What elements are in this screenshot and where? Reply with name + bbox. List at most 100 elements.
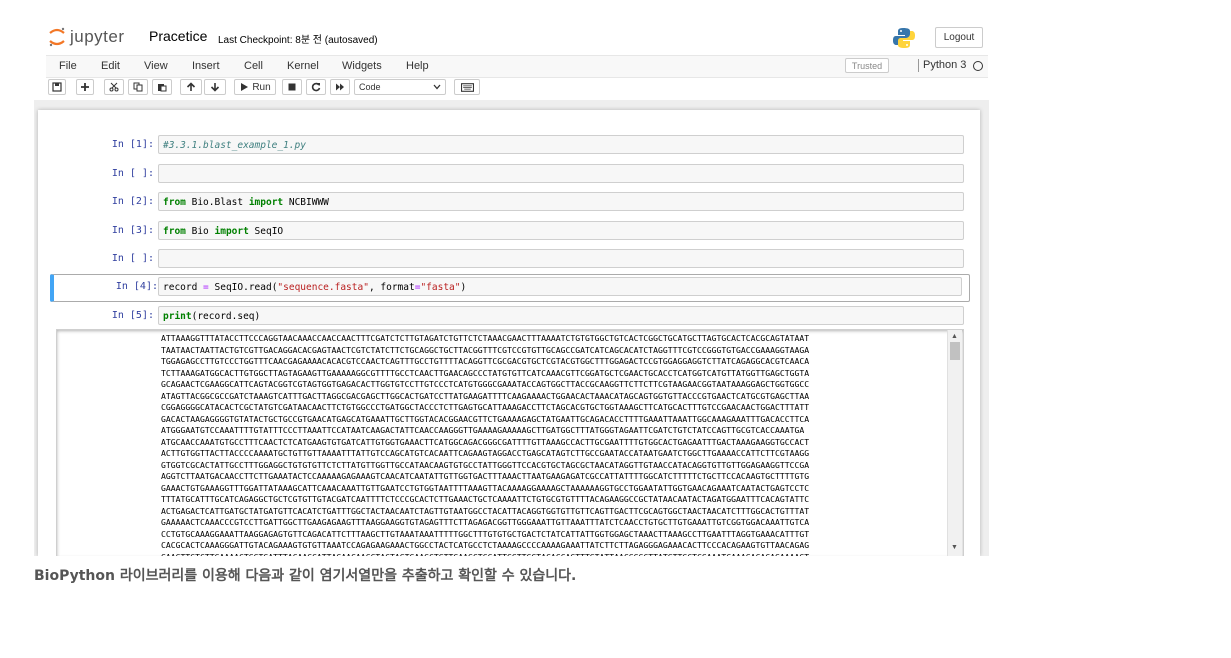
copy-button[interactable] [128,79,148,95]
sequence-line: TGGAGAGCCTTGTCCCTGGTTTCAACGAGAAAACACACGT… [161,356,810,366]
insert-cell-button[interactable] [76,79,94,95]
sequence-line: CACGCACTCAAAGGGATTGTACAGAAAGTGTGTTAAATCC… [161,540,810,550]
sequence-line: GAAGTTGTCTTGAAAACTGGTGATTTACAACCATTAGAAC… [161,552,946,557]
cell-prompt: In [4]: [115,281,158,292]
stop-icon [288,83,296,91]
menu-widgets[interactable]: Widgets [342,60,382,72]
sequence-line: GTGGTCGCACTATTGCCTTTGGAGGCTGTGTGTTCTCTTA… [161,459,810,470]
code-cell[interactable]: In [3]: from Bio import SeqIO [54,219,966,245]
jupyter-logo[interactable]: jupyter [48,26,125,48]
command-palette-button[interactable] [454,79,480,95]
jupyter-header: jupyter Pracetice Last Checkpoint: 8분 전 … [34,18,989,55]
output-scrollbar[interactable]: ▲ ▼ [947,330,962,556]
cut-button[interactable] [104,79,124,95]
move-up-button[interactable] [180,79,202,95]
cell-prompt: In [ ]: [111,168,154,179]
scissors-icon [109,82,119,92]
copy-icon [133,82,143,92]
menu-help[interactable]: Help [406,60,429,72]
paste-icon [158,84,167,92]
interrupt-button[interactable] [282,79,302,95]
sequence-line: GAAAAACTCAAACCCGTCCTTGATTGGCTTGAAGAGAAGT… [161,517,810,527]
sequence-line: GACACTAAGAGGGGTGTATACTGCTGCCGTGAACATGAGC… [161,413,810,424]
run-button[interactable]: Run [234,79,276,95]
sequence-line: CCTGTGCAAAGGAAATTAAGGAGAGTGTTCAGACATTCTT… [161,528,810,539]
paste-button[interactable] [152,79,172,95]
chevron-down-icon [433,84,441,90]
caption-text: BioPython 라이브러리를 이용해 다음과 같이 염기서열만을 추출하고 … [34,568,577,584]
run-label: Run [252,81,271,93]
sequence-line: ATGGGAATGTCCAAATTTTGTATTTCCCTTAAATTCCATA… [161,425,805,435]
scrollbar-thumb[interactable] [950,342,960,360]
jupyter-screenshot: jupyter Pracetice Last Checkpoint: 8분 전 … [34,18,989,556]
cell-prompt: In [1]: [111,139,154,150]
menu-cell[interactable]: Cell [244,60,263,72]
cell-prompt: In [3]: [111,225,154,236]
menu-bar: File Edit View Insert Cell Kernel Widget… [46,55,988,78]
sequence-line: TTTATGCATTTGCATCAGAGGCTGCTCGTGTTGTACGATC… [161,494,810,504]
code-cell[interactable]: In [2]: from Bio.Blast import NCBIWWW [54,190,966,216]
cell-prompt: In [5]: [111,310,154,321]
kernel-name[interactable]: Python 3 [918,59,966,72]
menu-kernel[interactable]: Kernel [287,60,319,72]
jupyter-logo-text: jupyter [70,27,125,46]
sequence-line: ACTGAGACTCATTGATGCTATGATGTTCACATCTGATTTG… [161,505,810,516]
code-cell[interactable]: In [ ]: [54,162,966,188]
cell-prompt: In [ ]: [111,253,154,264]
sequence-line: ATTAAAGGTTTATACCTTCCCAGGTAACAAACCAACCAAC… [161,333,810,343]
cell-input[interactable]: record = SeqIO.read("sequence.fasta", fo… [158,277,962,296]
play-icon [241,83,249,91]
kernel-idle-icon [973,61,983,71]
selected-code-cell[interactable]: In [4]: record = SeqIO.read("sequence.fa… [50,274,970,302]
notebook-page: In [1]: #3.3.1.blast_example_1.py In [ ]… [38,110,980,556]
checkpoint-status: Last Checkpoint: 8분 전 (autosaved) [218,35,378,46]
fast-forward-icon [336,83,344,91]
cell-output[interactable]: ATTAAAGGTTTATACCTTCCCAGGTAACAAACCAACCAAC… [56,329,964,556]
sequence-line: GAAACTGTGAAAGGTTTGGATTATAAAGCATTCAAACAAA… [161,482,810,493]
keyboard-icon [460,82,474,92]
scroll-down-icon[interactable]: ▼ [951,544,958,551]
move-down-button[interactable] [204,79,226,95]
cell-input[interactable] [158,249,964,268]
sequence-line: ATGCAACCAAATGTGCCTTTCAACTCTCATGAAGTGTGAT… [161,436,810,447]
scroll-up-icon[interactable]: ▲ [951,333,958,340]
logout-button[interactable]: Logout [935,27,983,48]
cell-input[interactable]: #3.3.1.blast_example_1.py [158,135,964,154]
cell-type-select[interactable]: Code [354,79,446,95]
sequence-line: GCAGAACTCGAAGGCATTCAGTACGGTCGTAGTGGTGAGA… [161,379,810,389]
notebook-name[interactable]: Pracetice [149,28,207,44]
menu-edit[interactable]: Edit [101,60,120,72]
menu-insert[interactable]: Insert [192,60,220,72]
code-cell[interactable]: In [5]: print(record.seq) [54,304,966,330]
menu-file[interactable]: File [59,60,77,72]
python-logo-icon [892,27,916,49]
cell-input[interactable]: from Bio import SeqIO [158,221,964,240]
sequence-line: TAATAACTAATTACTGTCGTTGACAGGACACGAGTAACTC… [161,344,810,355]
cell-prompt: In [2]: [111,196,154,207]
cell-input[interactable] [158,164,964,183]
plus-icon [81,83,89,91]
arrow-down-icon [210,83,220,92]
code-cell[interactable]: In [1]: #3.3.1.blast_example_1.py [54,133,966,159]
restart-icon [311,82,321,92]
save-icon [52,82,62,92]
toolbar: Run Code [46,76,988,100]
sequence-line: AGGTCTTAATGACAACCTTCTTGAAATACTCCAAAAAGAG… [161,471,810,481]
sequence-line: ATAGTTACGGCGCCGATCTAAAGTCATTTGACTTAGGCGA… [161,390,810,401]
sequence-line: TCTTAAAGATGGCACTTGTGGCTTAGTAGAAGTTGAAAAA… [161,367,810,378]
trusted-badge[interactable]: Trusted [845,58,889,73]
cell-input[interactable]: print(record.seq) [158,306,964,325]
cell-input[interactable]: from Bio.Blast import NCBIWWW [158,192,964,211]
cell-type-value: Code [359,82,381,92]
save-button[interactable] [48,79,66,95]
arrow-up-icon [186,82,196,91]
notebook-area: In [1]: #3.3.1.blast_example_1.py In [ ]… [34,100,989,556]
code-cell[interactable]: In [ ]: [54,247,966,273]
restart-run-all-button[interactable] [330,79,350,95]
restart-button[interactable] [306,79,326,95]
sequence-line: CGGAGGGGCATACACTCGCTATGTCGATAACAACTTCTGT… [161,402,810,412]
menu-view[interactable]: View [144,60,168,72]
sequence-output: ATTAAAGGTTTATACCTTCCCAGGTAACAAACCAACCAAC… [161,333,946,556]
sequence-line: ACTTGTGGTTACTTACCCCAAAATGCTGTTGTTAAAATTT… [161,448,810,458]
jupyter-logo-icon [48,26,66,48]
